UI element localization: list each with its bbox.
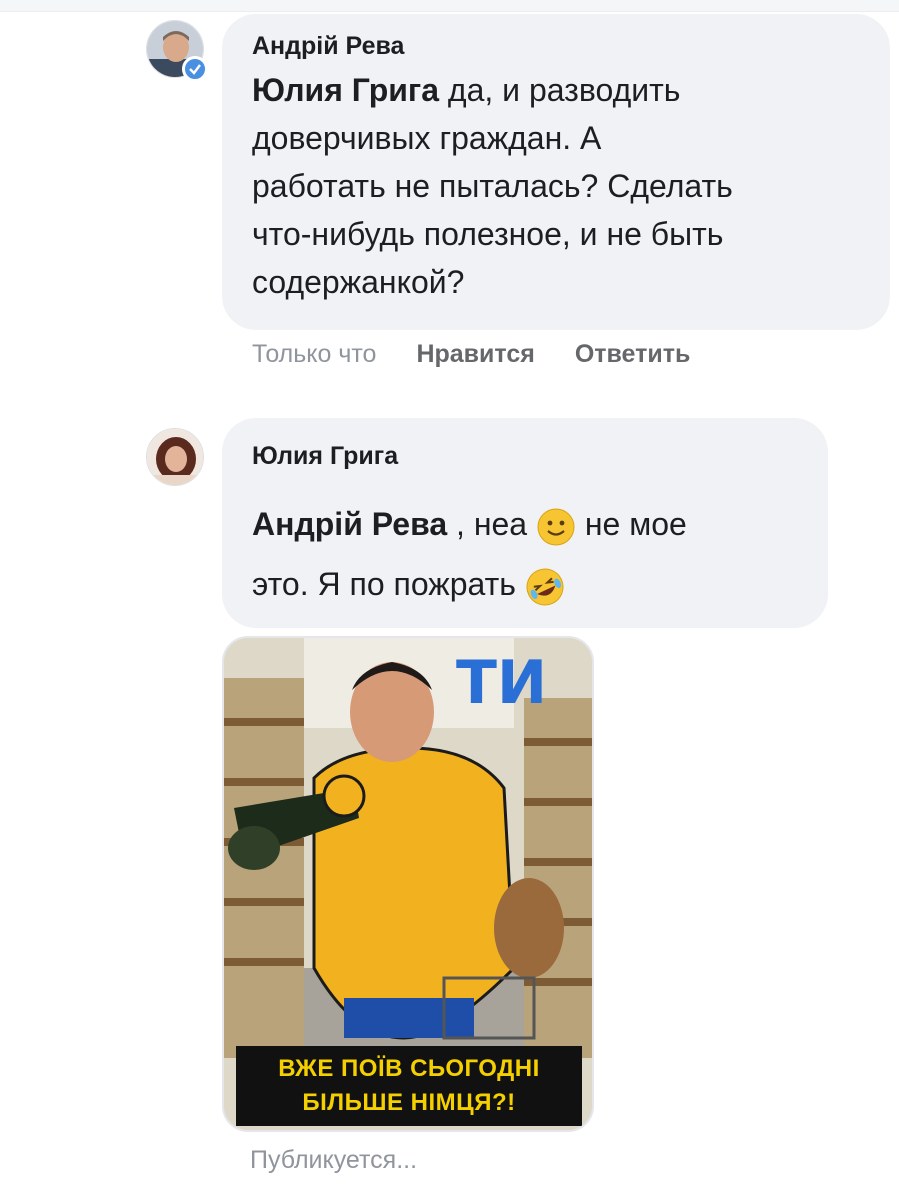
mention-link[interactable]: Андрій Рева bbox=[252, 506, 447, 542]
comment-line: что-нибудь полезное, и не быть bbox=[252, 216, 724, 252]
comment-thread: Андрій Рева Юлия Грига да, и разводить д… bbox=[0, 0, 899, 1200]
comment-text: Юлия Грига да, и разводить доверчивых гр… bbox=[252, 66, 882, 306]
comment-actions: Только что Нравится Ответить bbox=[252, 340, 690, 369]
image-top-text: ТИ bbox=[456, 648, 548, 718]
mention-link[interactable]: Юлия Грига bbox=[252, 72, 439, 108]
like-button[interactable]: Нравится bbox=[416, 340, 534, 369]
comment-line: доверчивых граждан. А bbox=[252, 120, 602, 156]
avatar-yulia-griga[interactable] bbox=[146, 428, 204, 486]
publishing-status: Публикуется... bbox=[250, 1146, 418, 1174]
comment-timestamp[interactable]: Только что bbox=[252, 340, 376, 369]
slightly-smiling-face-icon bbox=[537, 508, 575, 546]
image-caption: ВЖЕ ПОЇВ СЬОГОДНІ БІЛЬШЕ НІМЦЯ?! bbox=[236, 1046, 582, 1126]
comment-fragment: , неа bbox=[447, 506, 536, 542]
comment-text: Андрій Рева , неа не мое это. Я по пожра… bbox=[252, 494, 822, 614]
comment-line: да, и разводить bbox=[447, 72, 681, 108]
comment-bubble: Юлия Грига Андрій Рева , неа не мое это.… bbox=[222, 418, 828, 628]
comment-author-link[interactable]: Юлия Грига bbox=[252, 442, 398, 471]
comment-fragment: не мое bbox=[575, 506, 687, 542]
top-divider bbox=[0, 0, 899, 12]
caption-line: БІЛЬШЕ НІМЦЯ?! bbox=[302, 1089, 516, 1116]
verified-badge-icon bbox=[182, 56, 208, 82]
comment-fragment: это. Я по пожрать bbox=[252, 566, 525, 602]
comment-author-link[interactable]: Андрій Рева bbox=[252, 32, 404, 61]
rolling-on-floor-laughing-icon bbox=[526, 568, 564, 606]
comment-bubble: Андрій Рева Юлия Грига да, и разводить д… bbox=[222, 14, 890, 330]
comment-line: содержанкой? bbox=[252, 264, 465, 300]
reply-button[interactable]: Ответить bbox=[575, 340, 691, 369]
caption-line: ВЖЕ ПОЇВ СЬОГОДНІ bbox=[278, 1055, 540, 1082]
comment-image-attachment[interactable]: ТИ ВЖЕ ПОЇВ СЬОГОДНІ БІЛЬШЕ НІМЦЯ?! bbox=[222, 636, 594, 1132]
comment-line: работать не пыталась? Сделать bbox=[252, 168, 733, 204]
